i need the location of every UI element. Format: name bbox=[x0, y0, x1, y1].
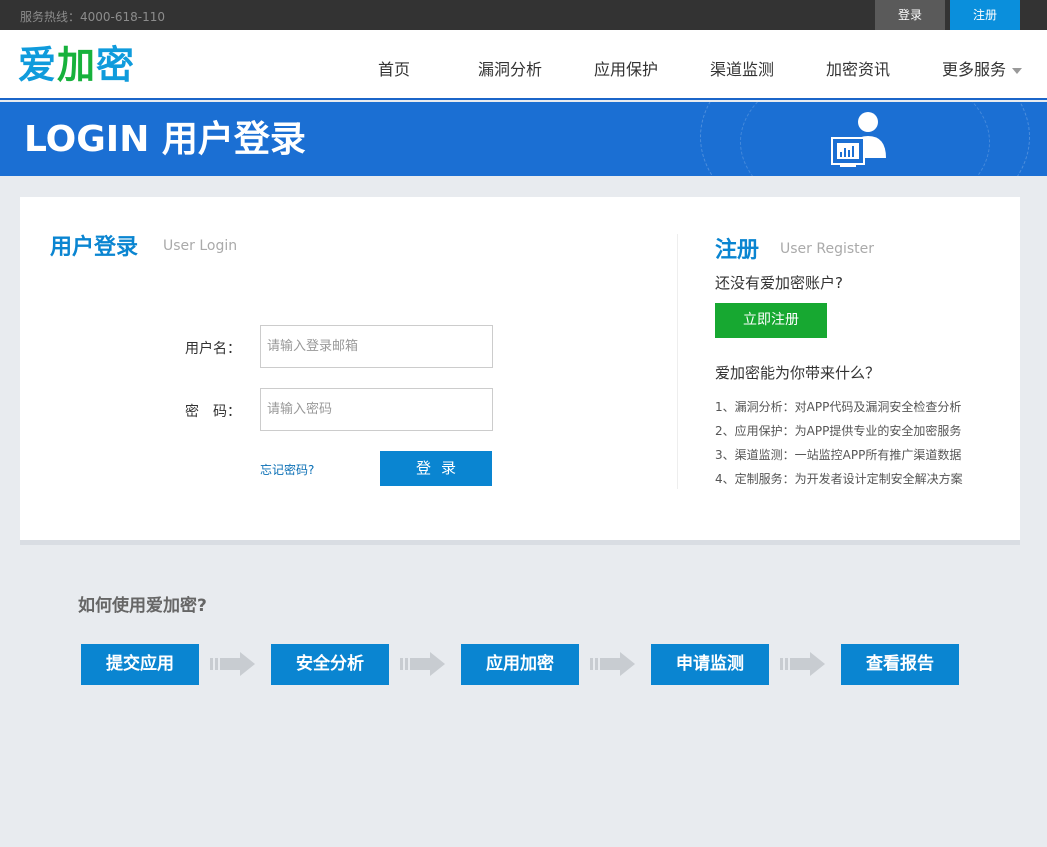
login-banner: LOGIN 用户登录 bbox=[0, 102, 1047, 176]
arrow-right-icon bbox=[400, 652, 445, 676]
step-submit-app: 提交应用 bbox=[81, 644, 199, 685]
nav-channel-monitoring[interactable]: 渠道监测 bbox=[710, 56, 774, 80]
vertical-divider bbox=[677, 234, 678, 489]
nav-more-services[interactable]: 更多服务 bbox=[942, 56, 1023, 80]
card-shadow bbox=[20, 540, 1020, 545]
password-input[interactable] bbox=[260, 388, 493, 431]
header: 爱加密 首页 漏洞分析 应用保护 渠道监测 加密资讯 更多服务 bbox=[0, 30, 1047, 100]
benefit-item: 3、渠道监测：一站监控APP所有推广渠道数据 bbox=[715, 448, 962, 462]
login-card: 用户登录 User Login 用户名： 密 码： 忘记密码? 登录 注册 Us… bbox=[20, 197, 1020, 540]
register-heading: 注册 bbox=[715, 238, 760, 263]
page-title: LOGIN 用户登录 bbox=[24, 119, 306, 160]
login-submit-button[interactable]: 登录 bbox=[380, 451, 492, 486]
step-view-report: 查看报告 bbox=[841, 644, 959, 685]
arrow-right-icon bbox=[210, 652, 255, 676]
logo[interactable]: 爱加密 bbox=[18, 42, 135, 88]
benefit-item: 4、定制服务：为开发者设计定制安全解决方案 bbox=[715, 472, 963, 486]
register-now-button[interactable]: 立即注册 bbox=[715, 303, 827, 338]
benefits-title: 爱加密能为你带来什么？ bbox=[715, 364, 881, 382]
arrow-right-icon bbox=[780, 652, 825, 676]
howto-title: 如何使用爱加密? bbox=[78, 596, 207, 616]
logo-char-3: 密 bbox=[96, 43, 136, 87]
top-register-button[interactable]: 注册 bbox=[950, 0, 1020, 30]
password-label: 密 码： bbox=[185, 404, 241, 420]
step-apply-monitoring: 申请监测 bbox=[651, 644, 769, 685]
login-subheading: User Login bbox=[163, 238, 238, 254]
benefit-item: 1、漏洞分析：对APP代码及漏洞安全检查分析 bbox=[715, 400, 962, 414]
step-security-analysis: 安全分析 bbox=[271, 644, 389, 685]
nav-more-label: 更多服务 bbox=[942, 60, 1007, 79]
nav-home[interactable]: 首页 bbox=[378, 56, 410, 80]
username-label: 用户名： bbox=[185, 341, 241, 357]
logo-char-2: 加 bbox=[57, 43, 97, 87]
arrow-right-icon bbox=[590, 652, 635, 676]
register-question: 还没有爱加密账户? bbox=[715, 274, 843, 292]
forgot-password-link[interactable]: 忘记密码? bbox=[260, 461, 314, 478]
user-computer-icon bbox=[831, 112, 886, 167]
nav-vulnerability-analysis[interactable]: 漏洞分析 bbox=[478, 56, 542, 80]
register-subheading: User Register bbox=[780, 241, 875, 257]
service-hotline: 服务热线：4000-618-110 bbox=[20, 10, 166, 24]
username-input[interactable] bbox=[260, 325, 493, 368]
benefit-item: 2、应用保护：为APP提供专业的安全加密服务 bbox=[715, 424, 962, 438]
top-login-button[interactable]: 登录 bbox=[875, 0, 945, 30]
top-bar: 服务热线：4000-618-110 登录 注册 bbox=[0, 0, 1047, 30]
chevron-down-icon bbox=[1012, 67, 1023, 74]
logo-char-1: 爱 bbox=[18, 43, 58, 87]
login-heading: 用户登录 bbox=[50, 235, 139, 260]
nav-app-protection[interactable]: 应用保护 bbox=[594, 56, 658, 80]
nav-encryption-news[interactable]: 加密资讯 bbox=[826, 56, 890, 80]
step-app-encryption: 应用加密 bbox=[461, 644, 579, 685]
